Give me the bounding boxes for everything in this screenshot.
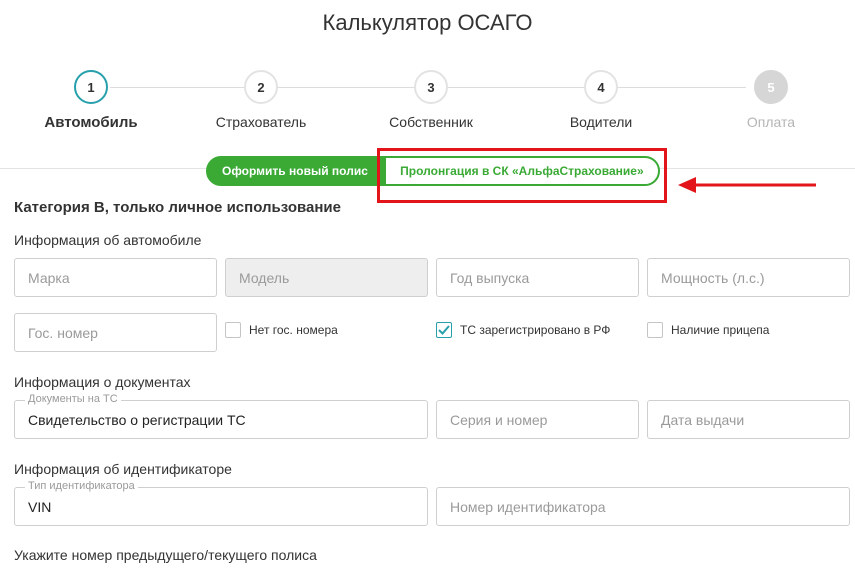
model-field: Модель bbox=[225, 258, 428, 297]
step-label: Оплата bbox=[746, 114, 796, 130]
step-number: 4 bbox=[584, 70, 618, 104]
step-label: Страхователь bbox=[215, 114, 307, 130]
step-drivers[interactable]: 4 Водители bbox=[531, 70, 671, 130]
checkbox-box[interactable] bbox=[647, 322, 663, 338]
step-insurer[interactable]: 2 Страхователь bbox=[191, 70, 331, 130]
year-field[interactable]: Год выпуска bbox=[436, 258, 639, 297]
docs-type-float-label: Документы на ТС bbox=[25, 393, 121, 405]
step-number: 2 bbox=[244, 70, 278, 104]
new-policy-button[interactable]: Оформить новый полис bbox=[206, 156, 384, 186]
checkbox-box[interactable] bbox=[225, 322, 241, 338]
issue-date-placeholder: Дата выдачи bbox=[661, 411, 745, 428]
registered-rf-checkbox[interactable]: ТС зарегистрировано в РФ bbox=[436, 322, 610, 338]
identifier-number-placeholder: Номер идентификатора bbox=[450, 498, 606, 515]
brand-field[interactable]: Марка bbox=[14, 258, 217, 297]
step-number: 3 bbox=[414, 70, 448, 104]
checkbox-box[interactable] bbox=[436, 322, 452, 338]
registered-rf-label: ТС зарегистрировано в РФ bbox=[460, 323, 611, 337]
page-title: Калькулятор ОСАГО bbox=[322, 10, 533, 35]
step-payment: 5 Оплата bbox=[701, 70, 841, 130]
docs-type-select[interactable]: Документы на ТС Свидетельство о регистра… bbox=[14, 393, 428, 439]
step-owner[interactable]: 3 Собственник bbox=[361, 70, 501, 130]
power-field[interactable]: Мощность (л.с.) bbox=[647, 258, 850, 297]
identifier-type-select[interactable]: Тип идентификатора VIN bbox=[14, 480, 428, 526]
docs-info-label: Информация о документах bbox=[14, 374, 191, 390]
trailer-label: Наличие прицепа bbox=[671, 323, 770, 337]
docs-type-value: Свидетельство о регистрации ТС bbox=[28, 411, 246, 428]
identifier-number-field[interactable]: Номер идентификатора bbox=[436, 487, 850, 526]
plate-field[interactable]: Гос. номер bbox=[14, 313, 217, 352]
step-number: 1 bbox=[74, 70, 108, 104]
identifier-info-label: Информация об идентификаторе bbox=[14, 461, 232, 477]
no-plate-label: Нет гос. номера bbox=[249, 323, 338, 337]
category-title: Категория В, только личное использование bbox=[14, 199, 341, 216]
power-placeholder: Мощность (л.с.) bbox=[661, 269, 765, 286]
step-car[interactable]: 1 Автомобиль bbox=[21, 70, 161, 131]
highlight-frame bbox=[377, 148, 667, 203]
step-label: Автомобиль bbox=[44, 114, 138, 131]
series-number-placeholder: Серия и номер bbox=[450, 411, 548, 428]
checkmark-icon bbox=[438, 325, 450, 335]
identifier-type-value: VIN bbox=[28, 498, 52, 515]
previous-policy-label: Укажите номер предыдущего/текущего полис… bbox=[14, 547, 317, 563]
model-placeholder: Модель bbox=[239, 269, 290, 286]
step-label: Водители bbox=[569, 114, 633, 130]
arrow-annotation-icon bbox=[678, 177, 816, 193]
step-number: 5 bbox=[754, 70, 788, 104]
step-label: Собственник bbox=[389, 114, 473, 130]
no-plate-checkbox[interactable]: Нет гос. номера bbox=[225, 322, 338, 338]
series-number-field[interactable]: Серия и номер bbox=[436, 400, 639, 439]
stepper: 1 Автомобиль 2 Страхователь 3 Собственни… bbox=[0, 70, 855, 140]
year-placeholder: Год выпуска bbox=[450, 269, 530, 286]
plate-placeholder: Гос. номер bbox=[28, 324, 98, 341]
car-info-label: Информация об автомобиле bbox=[14, 232, 202, 248]
brand-placeholder: Марка bbox=[28, 269, 70, 286]
identifier-type-float-label: Тип идентификатора bbox=[25, 480, 138, 492]
issue-date-field[interactable]: Дата выдачи bbox=[647, 400, 850, 439]
trailer-checkbox[interactable]: Наличие прицепа bbox=[647, 322, 769, 338]
